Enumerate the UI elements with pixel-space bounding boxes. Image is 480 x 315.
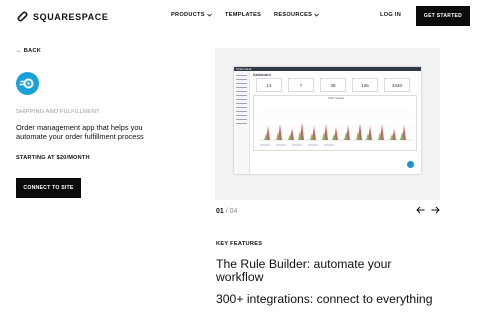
squarespace-logo[interactable]: SQUARESPACE	[16, 10, 108, 23]
site-header: SQUARESPACE PRODUCTS TEMPLATES RESOURCES…	[0, 0, 480, 32]
screenshot-chart-graphic	[260, 111, 414, 146]
extension-category: SHIPPING AND FULFILLMENT	[16, 109, 100, 115]
nav-resources[interactable]: RESOURCES	[274, 12, 319, 18]
gallery-counter: 01 / 04	[216, 208, 237, 215]
nav-products-label: PRODUCTS	[171, 12, 205, 18]
squarespace-logo-icon	[17, 11, 28, 22]
shipping-app-icon	[16, 72, 39, 95]
key-features-label: KEY FEATURES	[216, 241, 263, 247]
screenshot-stat: 7	[288, 78, 314, 92]
login-link[interactable]: LOG IN	[380, 12, 401, 18]
screenshot-gallery: Order Desk Dashboard 13 7 38 126 3440 Or…	[215, 48, 440, 200]
gallery-separator: /	[225, 208, 228, 215]
screenshot-chart: Order Volume	[253, 95, 417, 151]
get-started-button[interactable]: GET STARTED	[416, 6, 470, 26]
arrow-right-icon[interactable]	[431, 206, 440, 214]
arrow-left-icon[interactable]	[416, 206, 425, 214]
gallery-arrows	[416, 206, 440, 214]
app-logo-glyph	[19, 78, 34, 89]
feature-heading: 300+ integrations: connect to everything	[216, 292, 433, 306]
screenshot-stat: 3440	[384, 78, 410, 92]
screenshot-topbar: Order Desk	[234, 67, 421, 71]
feature-heading: The Rule Builder: automate your workflow	[216, 257, 392, 284]
nav-resources-label: RESOURCES	[274, 12, 313, 18]
screenshot-stat: 38	[320, 78, 346, 92]
chevron-down-icon	[314, 13, 319, 17]
extension-description: Order management app that helps you auto…	[16, 123, 144, 141]
extension-price: STARTING AT $20/MONTH	[16, 155, 90, 161]
gallery-total: 04	[229, 208, 238, 215]
connect-to-site-button[interactable]: CONNECT TO SITE	[16, 178, 81, 198]
chat-bubble-icon	[407, 161, 414, 168]
nav-templates-label: TEMPLATES	[225, 12, 262, 18]
screenshot-sidebar	[234, 71, 250, 174]
login-label: LOG IN	[380, 12, 402, 18]
chevron-down-icon	[207, 13, 212, 17]
screenshot-stat: 13	[256, 78, 282, 92]
nav-templates[interactable]: TEMPLATES	[225, 12, 261, 18]
screenshot-title: Dashboard	[253, 73, 271, 77]
screenshot-stat: 126	[352, 78, 378, 92]
logo-text: SQUARESPACE	[33, 11, 109, 22]
gallery-current: 01	[216, 208, 224, 215]
screenshot-chart-title: Order Volume	[327, 97, 344, 100]
back-link[interactable]: ← BACK	[16, 48, 41, 54]
nav-products[interactable]: PRODUCTS	[171, 12, 212, 18]
app-screenshot: Order Desk Dashboard 13 7 38 126 3440 Or…	[234, 67, 421, 174]
